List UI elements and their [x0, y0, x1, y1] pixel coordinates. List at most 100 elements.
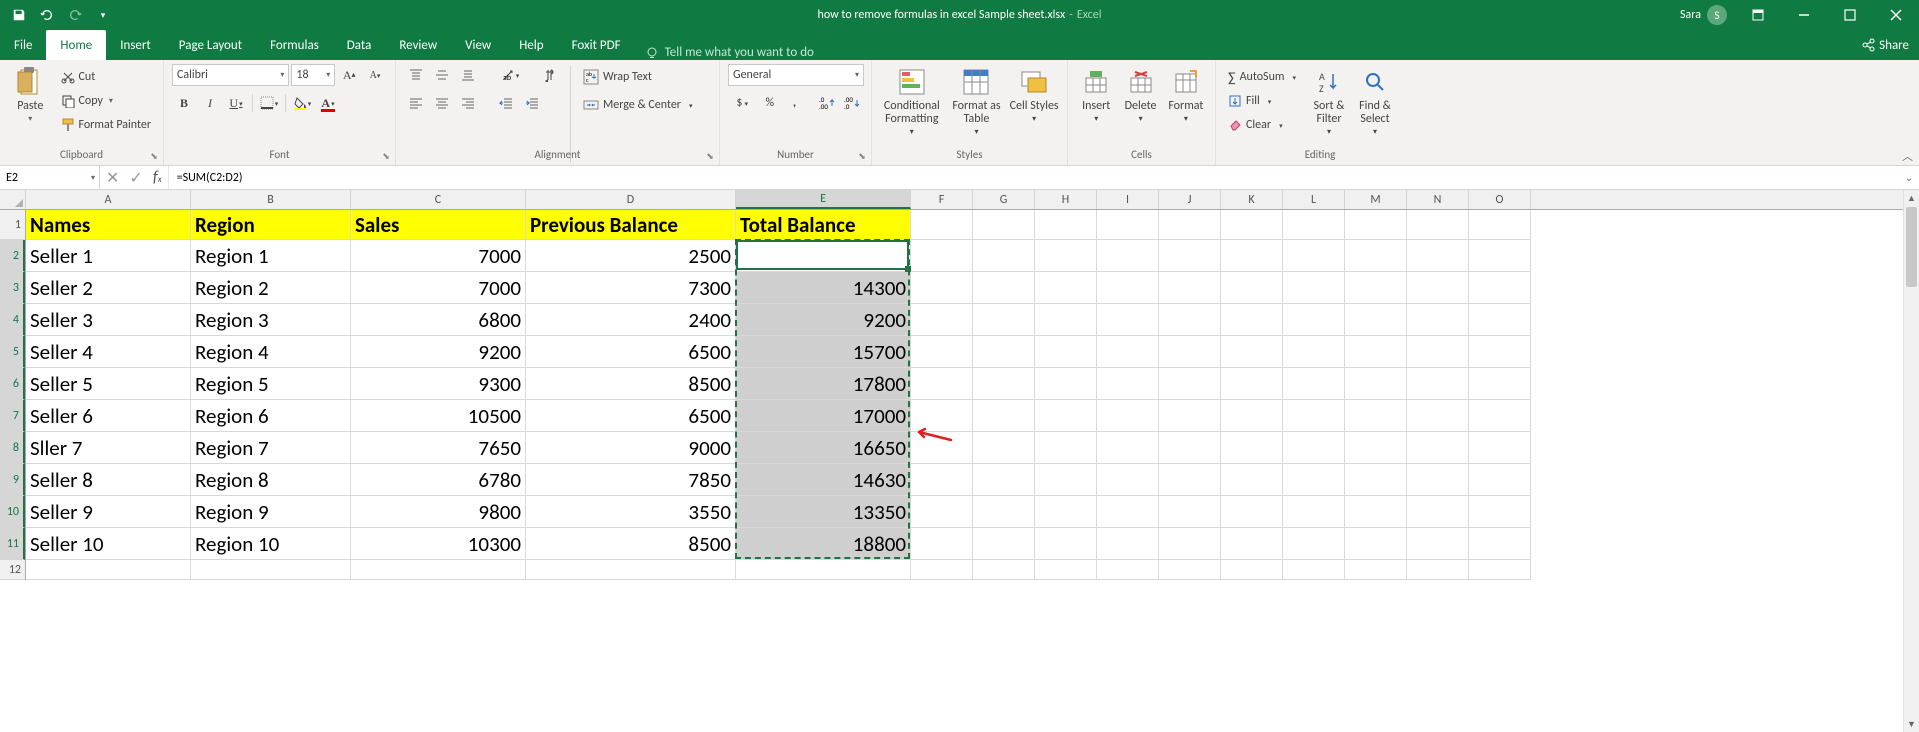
align-center-icon[interactable]: [430, 92, 454, 114]
col-header-L[interactable]: L: [1283, 190, 1345, 209]
cell[interactable]: Seller 3: [26, 304, 191, 336]
cell[interactable]: 10500: [351, 400, 526, 432]
tab-help[interactable]: Help: [505, 30, 557, 60]
cell[interactable]: [1345, 272, 1407, 304]
cell[interactable]: [1345, 400, 1407, 432]
number-format-combo[interactable]: General▾: [728, 64, 864, 86]
collapse-ribbon-icon[interactable]: ︿: [1902, 148, 1913, 164]
cell[interactable]: [1345, 464, 1407, 496]
cell[interactable]: [1159, 304, 1221, 336]
cell[interactable]: [911, 304, 973, 336]
cell[interactable]: Seller 8: [26, 464, 191, 496]
cell[interactable]: [1221, 368, 1283, 400]
copy-button[interactable]: Copy▾: [57, 90, 156, 112]
cell[interactable]: Seller 10: [26, 528, 191, 560]
cell[interactable]: [1469, 240, 1531, 272]
col-header-O[interactable]: O: [1469, 190, 1531, 209]
scroll-thumb[interactable]: [1906, 207, 1917, 287]
cut-button[interactable]: Cut: [57, 66, 156, 88]
col-header-F[interactable]: F: [911, 190, 973, 209]
clear-button[interactable]: Clear▾: [1224, 114, 1300, 136]
cell[interactable]: [973, 304, 1035, 336]
cell[interactable]: [911, 496, 973, 528]
borders-button[interactable]: ▾: [257, 92, 281, 114]
user-account[interactable]: Sara S: [1680, 5, 1727, 25]
expand-formula-bar-icon[interactable]: ⌄: [1899, 166, 1919, 189]
row-header-4[interactable]: 4: [0, 304, 25, 336]
col-header-A[interactable]: A: [26, 190, 191, 209]
decrease-decimal-icon[interactable]: .00.0: [840, 92, 863, 114]
cell[interactable]: [1469, 304, 1531, 336]
cell[interactable]: [1283, 432, 1345, 464]
tab-home[interactable]: Home: [46, 30, 106, 60]
cell[interactable]: 10300: [351, 528, 526, 560]
redo-icon[interactable]: [62, 2, 88, 28]
cells-container[interactable]: NamesRegionSalesPrevious BalanceTotal Ba…: [26, 210, 1531, 580]
alignment-dialog-launcher-icon[interactable]: ⬊: [703, 149, 717, 163]
underline-button[interactable]: U▾: [224, 92, 248, 114]
cell[interactable]: [1407, 464, 1469, 496]
cell[interactable]: [1469, 560, 1531, 580]
cell[interactable]: [1097, 210, 1159, 240]
decrease-font-icon[interactable]: A▾: [363, 64, 387, 86]
bold-button[interactable]: B: [172, 92, 196, 114]
align-top-icon[interactable]: [404, 64, 428, 86]
cell[interactable]: Region: [191, 210, 351, 240]
cell[interactable]: [973, 464, 1035, 496]
cell[interactable]: [1469, 400, 1531, 432]
col-header-K[interactable]: K: [1221, 190, 1283, 209]
cell[interactable]: [911, 336, 973, 368]
orientation-icon[interactable]: ab▾: [494, 64, 526, 86]
cell[interactable]: Total Balance: [736, 210, 911, 240]
cell[interactable]: [1283, 304, 1345, 336]
fx-icon[interactable]: fx: [153, 168, 162, 187]
cell[interactable]: [973, 528, 1035, 560]
ribbon-display-icon[interactable]: [1735, 0, 1781, 30]
cell[interactable]: [911, 368, 973, 400]
cell[interactable]: [1035, 464, 1097, 496]
cell[interactable]: 7000: [351, 240, 526, 272]
cell[interactable]: 9200: [736, 304, 911, 336]
qat-customize-icon[interactable]: ▾: [90, 2, 116, 28]
cell[interactable]: 7850: [526, 464, 736, 496]
select-all-cells[interactable]: [0, 190, 26, 210]
minimize-icon[interactable]: [1781, 0, 1827, 30]
row-header-3[interactable]: 3: [0, 272, 25, 304]
cell[interactable]: [911, 240, 973, 272]
row-header-8[interactable]: 8: [0, 432, 25, 464]
cell[interactable]: [1097, 368, 1159, 400]
cell[interactable]: [1345, 496, 1407, 528]
tab-formulas[interactable]: Formulas: [256, 30, 333, 60]
align-right-icon[interactable]: [456, 92, 480, 114]
row-header-10[interactable]: 10: [0, 496, 25, 528]
cell[interactable]: [1345, 304, 1407, 336]
maximize-icon[interactable]: [1827, 0, 1873, 30]
cell[interactable]: [1035, 240, 1097, 272]
tab-insert[interactable]: Insert: [106, 30, 165, 60]
cell[interactable]: [1407, 304, 1469, 336]
cell[interactable]: Seller 6: [26, 400, 191, 432]
cell[interactable]: [1035, 336, 1097, 368]
number-dialog-launcher-icon[interactable]: ⬊: [855, 149, 869, 163]
cell[interactable]: [973, 432, 1035, 464]
cell[interactable]: [1407, 368, 1469, 400]
col-header-D[interactable]: D: [526, 190, 736, 209]
cell[interactable]: 17000: [736, 400, 911, 432]
vertical-scrollbar[interactable]: ▲ ▼: [1903, 190, 1919, 732]
cell[interactable]: [1097, 272, 1159, 304]
cell[interactable]: 9500: [736, 240, 911, 272]
cell[interactable]: [1221, 432, 1283, 464]
col-header-C[interactable]: C: [351, 190, 526, 209]
cell[interactable]: Region 1: [191, 240, 351, 272]
cell[interactable]: [1097, 496, 1159, 528]
cell[interactable]: 7300: [526, 272, 736, 304]
align-middle-icon[interactable]: [430, 64, 454, 86]
cell[interactable]: [1407, 210, 1469, 240]
cell[interactable]: Sales: [351, 210, 526, 240]
cell[interactable]: [1035, 368, 1097, 400]
cell[interactable]: [973, 400, 1035, 432]
row-header-5[interactable]: 5: [0, 336, 25, 368]
cell[interactable]: [1035, 272, 1097, 304]
cell[interactable]: 13350: [736, 496, 911, 528]
cell[interactable]: [1345, 528, 1407, 560]
